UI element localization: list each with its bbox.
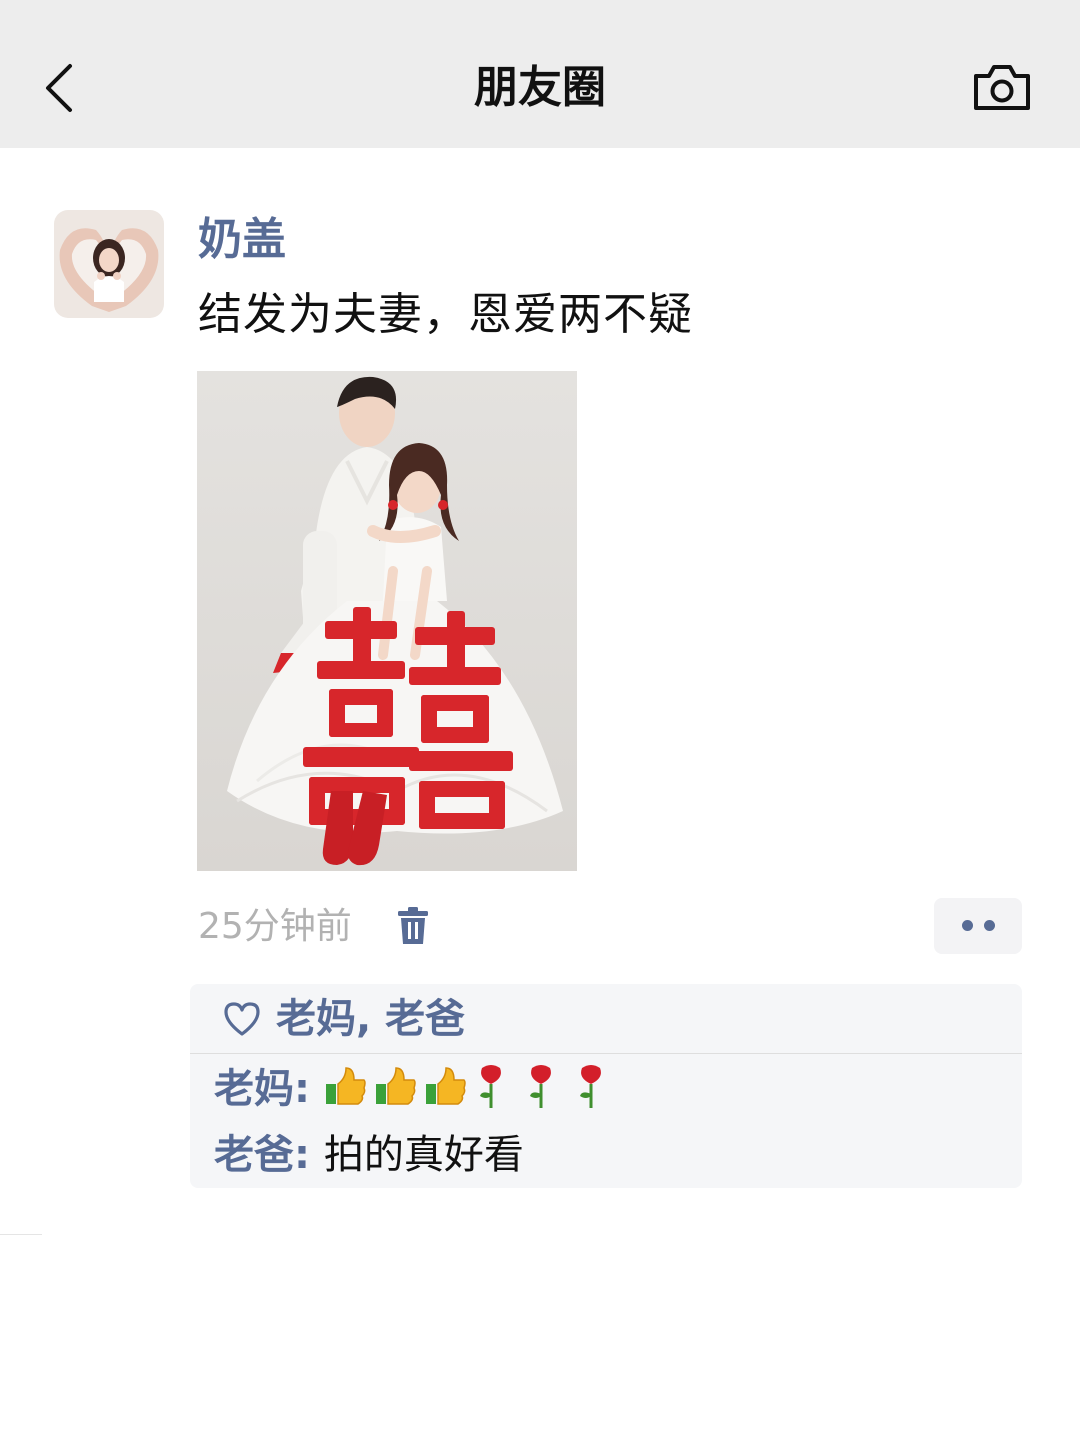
rose-icon — [579, 1065, 601, 1108]
avatar[interactable] — [54, 210, 164, 318]
page-title: 朋友圈 — [474, 62, 606, 113]
comment-separator: : — [294, 1066, 324, 1112]
thumbs-up-icon — [325, 1067, 366, 1105]
dot — [984, 920, 995, 931]
nav-bar: 朋友圈 — [0, 0, 1080, 148]
thumbs-up-icon — [375, 1067, 416, 1105]
comment-item[interactable]: 老爸: 拍的真好看 — [214, 1128, 524, 1182]
camera-icon[interactable] — [972, 62, 1032, 112]
heart-icon — [224, 1002, 260, 1036]
comment-content: 拍的真好看 — [323, 1132, 524, 1178]
thumbs-up-icon — [425, 1067, 466, 1105]
more-dots-icon[interactable] — [934, 898, 1022, 954]
post-text: 结发为夫妻，恩爱两不疑 — [198, 289, 693, 340]
likes-names[interactable]: 老妈, 老爸 — [276, 992, 465, 1046]
post-time: 25分钟前 — [198, 906, 352, 947]
comment-content — [324, 1065, 624, 1112]
comment-separator: : — [294, 1132, 324, 1178]
divider — [0, 1234, 42, 1235]
likes-row: 老妈, 老爸 — [190, 984, 1022, 1054]
trash-icon[interactable] — [396, 906, 430, 946]
dot — [962, 920, 973, 931]
comment-item[interactable]: 老妈: — [214, 1062, 624, 1116]
comment-author[interactable]: 老妈 — [214, 1066, 294, 1112]
rose-icon — [479, 1065, 501, 1108]
post-photo[interactable] — [197, 371, 577, 871]
comment-author[interactable]: 老爸 — [214, 1132, 294, 1178]
author-name[interactable]: 奶盖 — [198, 212, 286, 268]
rose-icon — [529, 1065, 551, 1108]
